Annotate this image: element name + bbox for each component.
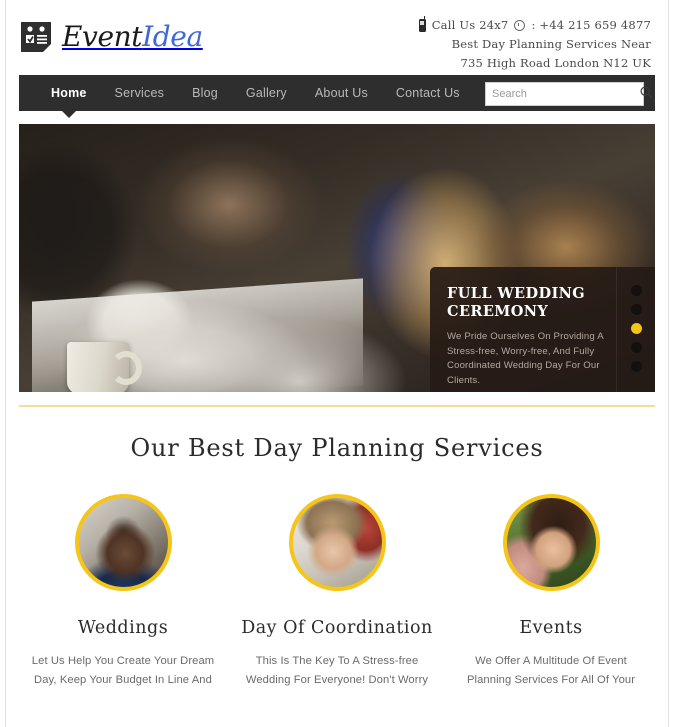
logo-text-primary: Event	[62, 19, 143, 53]
service-card-body: This Is The Key To A Stress-free Wedding…	[245, 655, 429, 686]
hero-coffee-mug	[67, 342, 142, 392]
avatar-woman-on-phone	[502, 494, 600, 591]
contact-address: 735 High Road London N12 UK	[460, 56, 651, 70]
page-frame: EventIdea Call Us 24x7 : +44 215 659 487…	[5, 0, 669, 727]
hero-slider-dots	[616, 267, 655, 392]
active-nav-indicator-icon	[62, 111, 76, 118]
service-card-title: Day Of Coordination	[241, 618, 433, 638]
nav-item-contact-us[interactable]: Contact Us	[382, 86, 474, 100]
service-cards-row: Weddings Let Us Help You Create Your Dre…	[6, 494, 668, 689]
main-navigation: Home Services Blog Gallery About Us Cont…	[19, 75, 655, 118]
nav-item-services[interactable]: Services	[101, 86, 179, 100]
search-button[interactable]	[640, 84, 653, 104]
slider-dot-5[interactable]	[630, 361, 642, 372]
contact-phone-line: Call Us 24x7 : +44 215 659 4877	[418, 16, 651, 35]
header-contact-info: Call Us 24x7 : +44 215 659 4877 Best Day…	[418, 16, 651, 73]
nav-item-home[interactable]: Home	[37, 86, 101, 100]
contact-call-label: Call Us 24x7	[431, 18, 509, 32]
hero-slider[interactable]: FULL WEDDING CEREMONY We Pride Ourselves…	[19, 124, 655, 392]
service-card-events[interactable]: Events We Offer A Multitude Of Event Pla…	[444, 494, 658, 689]
search-icon	[640, 86, 653, 102]
services-section: Our Best Day Planning Services Weddings …	[6, 407, 668, 689]
site-logo[interactable]: EventIdea	[19, 20, 203, 53]
slider-dot-3-active[interactable]	[630, 323, 642, 334]
services-section-title: Our Best Day Planning Services	[130, 434, 544, 462]
mobile-phone-icon	[418, 16, 426, 32]
clock-icon	[514, 20, 526, 31]
site-header: EventIdea Call Us 24x7 : +44 215 659 487…	[6, 0, 668, 75]
avatar-smiling-man	[74, 494, 172, 591]
slider-dot-1[interactable]	[630, 285, 642, 296]
search-input[interactable]	[486, 84, 640, 104]
nav-items-list: Home Services Blog Gallery About Us Cont…	[19, 86, 474, 100]
service-card-body: We Offer A Multitude Of Event Planning S…	[466, 655, 636, 686]
service-card-day-of-coordination[interactable]: Day Of Coordination This Is The Key To A…	[230, 494, 444, 689]
nav-item-gallery[interactable]: Gallery	[232, 86, 301, 100]
service-card-title: Weddings	[77, 618, 169, 638]
clipboard-checklist-icon	[19, 20, 53, 53]
nav-item-blog[interactable]: Blog	[178, 86, 232, 100]
hero-caption-title: FULL WEDDING CEREMONY	[447, 285, 586, 320]
hero-caption-body: We Pride Ourselves On Providing A Stress…	[447, 331, 604, 386]
service-card-title: Events	[519, 618, 583, 638]
service-card-weddings[interactable]: Weddings Let Us Help You Create Your Dre…	[16, 494, 230, 689]
avatar-blonde-woman	[288, 494, 386, 591]
hero-caption-panel: FULL WEDDING CEREMONY We Pride Ourselves…	[430, 267, 655, 392]
logo-text-accent: Idea	[142, 19, 203, 53]
logo-wordmark: EventIdea	[62, 19, 203, 53]
hero-caption-text: FULL WEDDING CEREMONY We Pride Ourselves…	[430, 267, 616, 392]
nav-item-about-us[interactable]: About Us	[301, 86, 382, 100]
slider-dot-2[interactable]	[630, 304, 642, 315]
contact-phone-number: : +44 215 659 4877	[531, 18, 651, 32]
slider-dot-4[interactable]	[630, 342, 642, 353]
search-box[interactable]	[485, 82, 653, 106]
service-card-body: Let Us Help You Create Your Dream Day, K…	[31, 655, 215, 686]
contact-tagline: Best Day Planning Services Near	[451, 37, 651, 51]
